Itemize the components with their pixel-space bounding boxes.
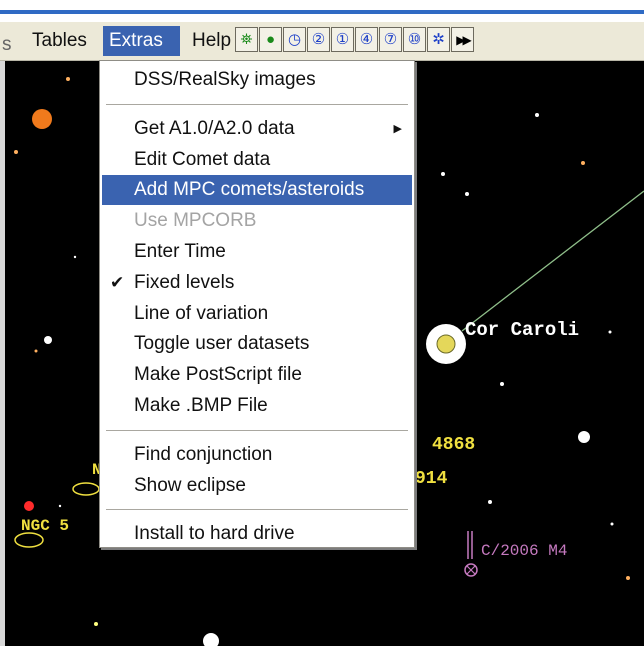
star: [581, 161, 585, 165]
label-comet[interactable]: C/2006 M4: [481, 542, 567, 560]
menu-item-label: Fixed levels: [134, 271, 235, 293]
white-star[interactable]: [578, 431, 590, 443]
menu-item-label: Get A1.0/A2.0 data: [134, 117, 295, 139]
menu-item-label: Toggle user datasets: [134, 333, 310, 355]
menu-item-label: Add MPC comets/asteroids: [134, 179, 365, 201]
menu-separator: [106, 509, 408, 512]
menu-help[interactable]: Help: [186, 26, 237, 56]
galaxy-symbol[interactable]: [72, 482, 100, 496]
label-ngc-partial[interactable]: NGC 5: [21, 517, 69, 535]
menu-item-label: Install to hard drive: [134, 523, 295, 545]
clock-icon[interactable]: ◷: [283, 27, 306, 52]
menu-item-label: Edit Comet data: [134, 148, 271, 170]
orange-star[interactable]: [32, 109, 52, 129]
menu-item-make-postscript-file[interactable]: Make PostScript file: [102, 360, 412, 390]
menu-item-label: Enter Time: [134, 241, 226, 262]
star: [58, 504, 62, 508]
star: [73, 255, 77, 259]
star: [66, 77, 70, 81]
star: [465, 192, 469, 196]
star: [94, 622, 98, 626]
menu-item-add-mpc-comets-asteroids[interactable]: Add MPC comets/asteroids: [102, 175, 412, 206]
toolbar: ⛯ ● ◷ ② ① ④ ⑦ ⑩ ✲ ▶▶: [235, 27, 474, 54]
red-star: [24, 501, 34, 511]
title-bar-edge: [0, 10, 644, 14]
label-ngc-4868[interactable]: 4868: [432, 435, 475, 455]
menu-item-label: Find conjunction: [134, 443, 273, 465]
menu-item-dss-realsky-images[interactable]: DSS/RealSky images: [102, 65, 412, 95]
menu-separator: [106, 429, 408, 432]
extras-dropdown-menu: DSS/RealSky images Get A1.0/A2.0 data ▶ Edi…: [99, 60, 415, 548]
star: [608, 330, 612, 334]
star: [610, 522, 614, 526]
star: [14, 150, 18, 154]
star: [44, 336, 52, 344]
comet-icon[interactable]: ⛯: [235, 27, 258, 52]
menu-item-label: Make .BMP File: [134, 395, 268, 416]
menu-item-install-to-hard-drive[interactable]: Install to hard drive: [102, 519, 412, 549]
star: [500, 382, 504, 386]
menu-separator: [106, 103, 408, 106]
menu-item-label: Make PostScript file: [134, 364, 302, 386]
menu-item-label: Line of variation: [134, 302, 269, 324]
zoom-1-icon[interactable]: ①: [331, 27, 354, 52]
screen: { "colors": { "menubar": "#ece9d8", "hig…: [0, 0, 644, 646]
cor-caroli-marker: [436, 334, 456, 354]
fast-forward-icon[interactable]: ▶▶: [451, 27, 474, 52]
label-ngc-4914[interactable]: 914: [415, 469, 447, 489]
menu-item-label: Use MPCORB: [134, 210, 257, 232]
check-icon: ✔: [110, 272, 125, 292]
menu-bar: s Tables Extras Help ⛯ ● ◷ ② ① ④ ⑦ ⑩ ✲ ▶▶: [0, 22, 644, 61]
star: [34, 349, 38, 353]
menu-item-label: DSS/RealSky images: [134, 69, 316, 90]
menu-item-toggle-user-datasets[interactable]: Toggle user datasets: [102, 329, 412, 359]
label-cor-caroli[interactable]: Cor Caroli: [465, 319, 579, 341]
star: [441, 172, 445, 176]
satellite-icon[interactable]: ✲: [427, 27, 450, 52]
menu-item-use-mpcorb: Use MPCORB: [102, 206, 412, 236]
menu-item-make-bmp-file[interactable]: Make .BMP File: [102, 391, 412, 421]
zoom-4-icon[interactable]: ④: [355, 27, 378, 52]
menu-item-cut[interactable]: s: [2, 34, 12, 56]
menu-item-line-of-variation[interactable]: Line of variation: [102, 299, 412, 329]
menu-item-fixed-levels[interactable]: ✔ Fixed levels: [102, 268, 412, 298]
star: [488, 500, 492, 504]
menu-tables[interactable]: Tables: [26, 26, 93, 56]
zoom-7-icon[interactable]: ⑦: [379, 27, 402, 52]
menu-item-get-a1-0-a2-0-data[interactable]: Get A1.0/A2.0 data ▶: [102, 114, 412, 144]
galaxy-ngc5-symbol[interactable]: [14, 532, 44, 548]
zoom-2-icon[interactable]: ②: [307, 27, 330, 52]
star: [535, 113, 539, 117]
submenu-arrow-icon: ▶: [393, 122, 402, 135]
trail-line: [461, 190, 644, 332]
menu-item-find-conjunction[interactable]: Find conjunction: [102, 440, 412, 470]
star: [626, 576, 630, 580]
menu-extras[interactable]: Extras: [103, 26, 180, 56]
white-star-bottom[interactable]: [203, 633, 219, 646]
planet-icon[interactable]: ●: [259, 27, 282, 52]
menu-item-label: Show eclipse: [134, 474, 246, 496]
menu-item-enter-time[interactable]: Enter Time: [102, 237, 412, 267]
menu-item-show-eclipse[interactable]: Show eclipse: [102, 471, 412, 501]
menu-item-edit-comet-data[interactable]: Edit Comet data: [102, 145, 412, 175]
zoom-10-icon[interactable]: ⑩: [403, 27, 426, 52]
window-left-border: [0, 61, 5, 646]
